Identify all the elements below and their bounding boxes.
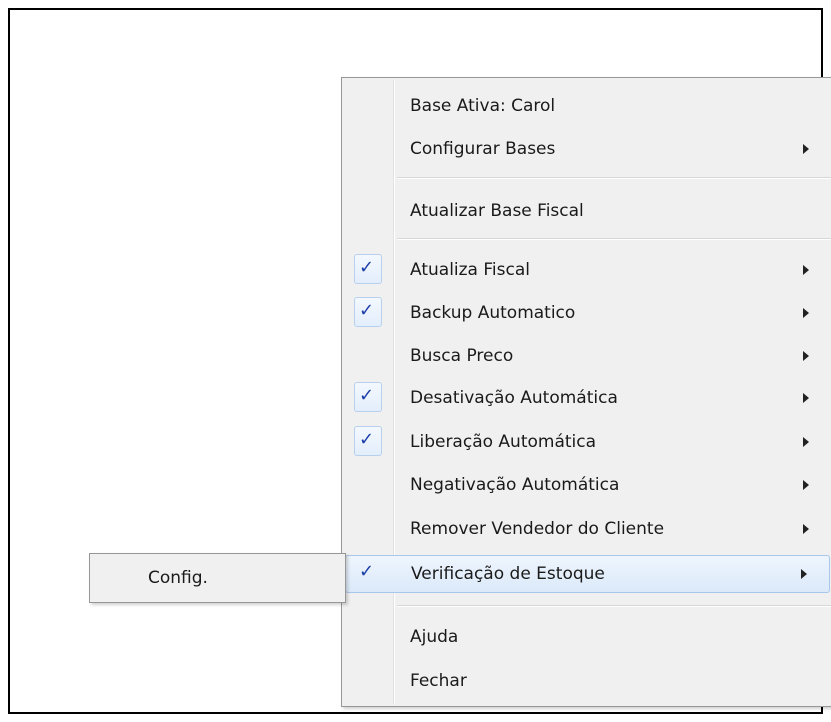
submenu-arrow-icon [803,437,809,447]
menu-item-configurar-bases[interactable]: Configurar Bases [345,131,831,167]
menu-item-label: Negativação Automática [410,475,620,495]
submenu-arrow-icon [801,569,807,579]
menu-item-ajuda[interactable]: Ajuda [345,619,831,655]
submenu-item-config[interactable]: Config. [90,560,345,596]
submenu-arrow-icon [803,351,809,361]
menu-item-busca-preco[interactable]: Busca Preco [345,338,831,374]
menu-item-label: Remover Vendedor do Cliente [410,519,665,539]
menu-item-label: Atualizar Base Fiscal [410,201,584,221]
menu-item-label: Atualiza Fiscal [410,260,530,280]
menu-item-label: Backup Automatico [410,303,576,323]
submenu-arrow-icon [803,308,809,318]
submenu-arrow-icon [803,393,809,403]
menu-item-atualiza-fiscal[interactable]: ✓ Atualiza Fiscal [345,252,831,288]
menu-item-label: Fechar [410,671,467,691]
menu-item-liberacao-automatica[interactable]: ✓ Liberação Automática [345,424,831,460]
menu-item-label: Busca Preco [410,346,514,366]
menu-separator [397,177,831,179]
submenu-arrow-icon [803,265,809,275]
menu-item-label: Liberação Automática [410,432,597,452]
submenu-arrow-icon [803,144,809,154]
menu-item-label: Desativação Automática [410,388,618,408]
submenu-arrow-icon [803,480,809,490]
menu-item-fechar[interactable]: Fechar [345,663,831,699]
menu-separator [397,238,831,240]
submenu-arrow-icon [803,524,809,534]
context-menu: Base Ativa: Carol Configurar Bases Atual… [341,77,831,707]
menu-item-base-ativa[interactable]: Base Ativa: Carol [345,88,831,124]
submenu: Config. [89,553,346,603]
check-icon: ✓ [354,382,382,412]
check-icon: ✓ [359,561,375,582]
menu-separator [397,605,831,607]
menu-item-label: Ajuda [410,627,459,647]
menu-item-label: Verificação de Estoque [411,564,605,584]
check-icon: ✓ [354,426,382,456]
menu-item-negativacao-automatica[interactable]: Negativação Automática [345,467,831,503]
menu-item-atualizar-base-fiscal[interactable]: Atualizar Base Fiscal [345,193,831,229]
menu-item-label: Configurar Bases [410,139,556,159]
menu-item-desativacao-automatica[interactable]: ✓ Desativação Automática [345,380,831,416]
menu-item-verificacao-estoque[interactable]: ✓ Verificação de Estoque [345,555,830,593]
menu-item-remover-vendedor[interactable]: Remover Vendedor do Cliente [345,511,831,547]
menu-item-label: Base Ativa: Carol [410,96,556,116]
check-icon: ✓ [354,254,382,284]
menu-item-backup-automatico[interactable]: ✓ Backup Automatico [345,295,831,331]
check-icon: ✓ [354,297,382,327]
submenu-item-label: Config. [148,568,208,588]
